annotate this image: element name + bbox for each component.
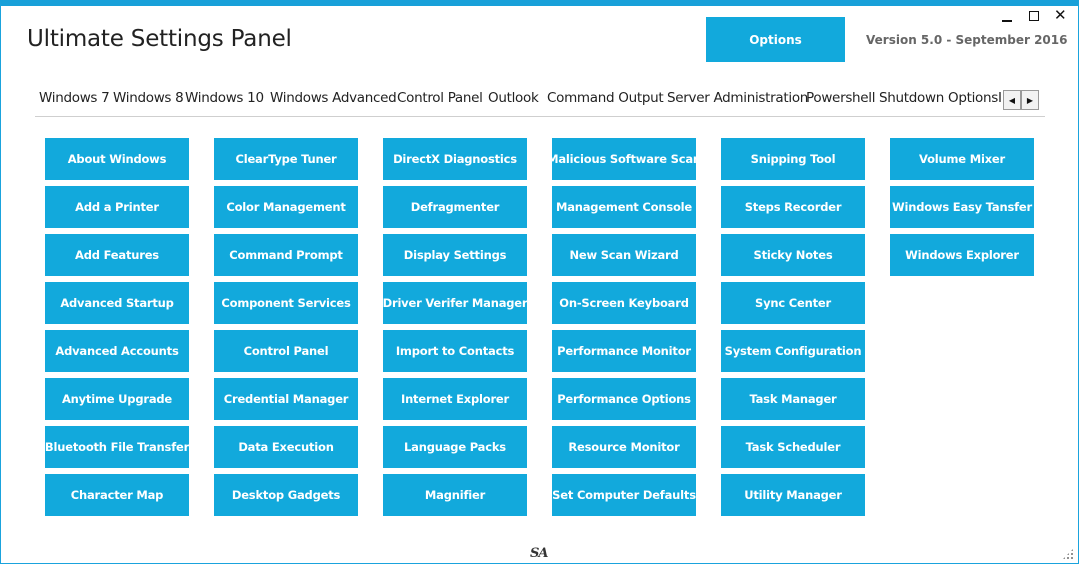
app-title: Ultimate Settings Panel [27, 26, 292, 52]
snipping-tool-button[interactable]: Snipping Tool [721, 138, 865, 180]
set-computer-defaults-button[interactable]: Set Computer Defaults [552, 474, 696, 516]
task-manager-button[interactable]: Task Manager [721, 378, 865, 420]
tab-windows-10[interactable]: Windows 10 [181, 90, 268, 116]
tab-bar: Windows 7 Windows 8 Windows 10 Windows A… [35, 84, 1045, 117]
anytime-upgrade-button[interactable]: Anytime Upgrade [45, 378, 189, 420]
bluetooth-file-transfer-button[interactable]: Bluetooth File Transfer [45, 426, 189, 468]
version-label: Version 5.0 - September 2016 [866, 33, 1068, 47]
color-management-button[interactable]: Color Management [214, 186, 358, 228]
maximize-icon[interactable] [1029, 11, 1039, 21]
tab-command-output[interactable]: Command Output [547, 90, 664, 116]
display-settings-button[interactable]: Display Settings [383, 234, 527, 276]
system-configuration-button[interactable]: System Configuration [721, 330, 865, 372]
utility-manager-button[interactable]: Utility Manager [721, 474, 865, 516]
sync-center-button[interactable]: Sync Center [721, 282, 865, 324]
minimize-icon[interactable] [1002, 20, 1012, 22]
tab-scroll-right-icon[interactable]: ▶ [1021, 90, 1039, 110]
desktop-gadgets-button[interactable]: Desktop Gadgets [214, 474, 358, 516]
tab-windows-7[interactable]: Windows 7 [39, 90, 110, 116]
tab-scroll-left-icon[interactable]: ◀ [1003, 90, 1021, 110]
defragmenter-button[interactable]: Defragmenter [383, 186, 527, 228]
volume-mixer-button[interactable]: Volume Mixer [890, 138, 1034, 180]
windows-easy-transfer-button[interactable]: Windows Easy Tansfer [890, 186, 1034, 228]
data-execution-button[interactable]: Data Execution [214, 426, 358, 468]
add-features-button[interactable]: Add Features [45, 234, 189, 276]
performance-monitor-button[interactable]: Performance Monitor [552, 330, 696, 372]
control-panel-button[interactable]: Control Panel [214, 330, 358, 372]
management-console-button[interactable]: Management Console [552, 186, 696, 228]
on-screen-keyboard-button[interactable]: On-Screen Keyboard [552, 282, 696, 324]
tab-server-administration[interactable]: Server Administration [667, 90, 808, 116]
character-map-button[interactable]: Character Map [45, 474, 189, 516]
tab-windows-8[interactable]: Windows 8 [113, 90, 184, 116]
import-to-contacts-button[interactable]: Import to Contacts [383, 330, 527, 372]
add-printer-button[interactable]: Add a Printer [45, 186, 189, 228]
new-scan-wizard-button[interactable]: New Scan Wizard [552, 234, 696, 276]
advanced-startup-button[interactable]: Advanced Startup [45, 282, 189, 324]
driver-verifier-manager-button[interactable]: Driver Verifer Manager [383, 282, 528, 324]
options-button[interactable]: Options [706, 17, 845, 62]
cleartype-tuner-button[interactable]: ClearType Tuner [214, 138, 358, 180]
tab-outlook[interactable]: Outlook [488, 90, 539, 116]
tab-overflow[interactable]: I [998, 90, 1002, 116]
command-prompt-button[interactable]: Command Prompt [214, 234, 358, 276]
tab-control-panel[interactable]: Control Panel [397, 90, 483, 116]
tab-scroll-buttons: ◀ ▶ [1003, 90, 1039, 110]
steps-recorder-button[interactable]: Steps Recorder [721, 186, 865, 228]
tab-shutdown-options[interactable]: Shutdown Options [879, 90, 998, 116]
advanced-accounts-button[interactable]: Advanced Accounts [45, 330, 189, 372]
malicious-software-scan-button[interactable]: Malicious Software Scan [547, 138, 701, 180]
tab-windows-advanced[interactable]: Windows Advanced [270, 90, 397, 116]
about-windows-button[interactable]: About Windows [45, 138, 189, 180]
internet-explorer-button[interactable]: Internet Explorer [383, 378, 527, 420]
task-scheduler-button[interactable]: Task Scheduler [721, 426, 865, 468]
directx-diagnostics-button[interactable]: DirectX Diagnostics [383, 138, 527, 180]
windows-explorer-button[interactable]: Windows Explorer [890, 234, 1034, 276]
close-icon[interactable]: ✕ [1054, 8, 1067, 23]
footer-logo: SA [530, 546, 549, 561]
magnifier-button[interactable]: Magnifier [383, 474, 527, 516]
tab-powershell[interactable]: Powershell [806, 90, 876, 116]
performance-options-button[interactable]: Performance Options [552, 378, 696, 420]
sticky-notes-button[interactable]: Sticky Notes [721, 234, 865, 276]
resource-monitor-button[interactable]: Resource Monitor [552, 426, 696, 468]
language-packs-button[interactable]: Language Packs [383, 426, 527, 468]
component-services-button[interactable]: Component Services [214, 282, 358, 324]
credential-manager-button[interactable]: Credential Manager [214, 378, 358, 420]
